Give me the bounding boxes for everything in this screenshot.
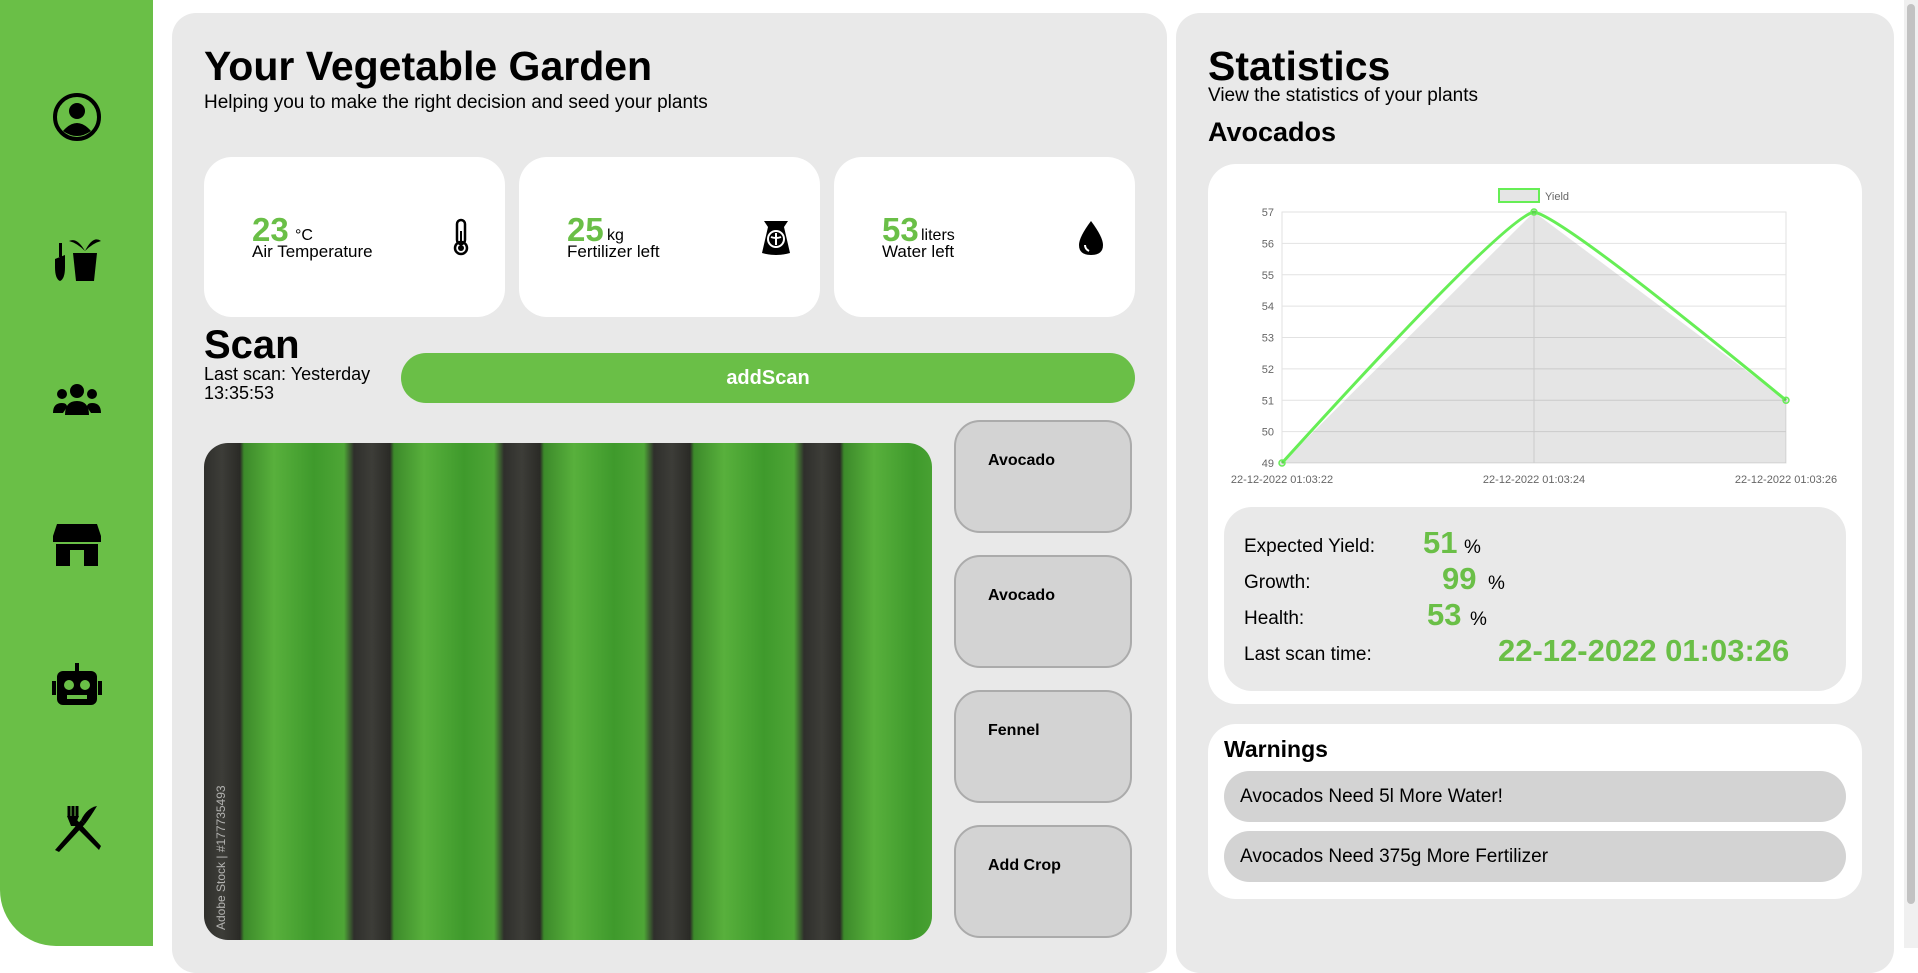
crop-button-fennel[interactable]: Fennel	[954, 690, 1132, 803]
legend-label: Yield	[1545, 191, 1569, 203]
percent-unit: %	[1470, 609, 1487, 630]
warning-item: Avocados Need 5l More Water!	[1224, 771, 1846, 822]
user-circle-icon[interactable]	[51, 91, 103, 143]
y-tick-label: 55	[1262, 270, 1274, 282]
percent-unit: %	[1488, 573, 1505, 594]
warning-item: Avocados Need 375g More Fertilizer	[1224, 831, 1846, 882]
y-tick-label: 53	[1262, 333, 1274, 345]
y-tick-label: 52	[1262, 364, 1274, 376]
card-label: Fertilizer left	[567, 242, 660, 261]
y-tick-label: 57	[1262, 207, 1274, 219]
yield-chart-card: 49 50 51 52 53 54 55 56 57 22-12-2022 01:03:22 22-…	[1208, 164, 1862, 704]
statistics-subtitle: View the statistics of your plants	[1208, 85, 1478, 106]
plant-name: Avocados	[1208, 117, 1337, 147]
crop-label: Avocado	[988, 452, 1055, 469]
expected-yield-value: 51	[1423, 525, 1458, 560]
health-value: 53	[1427, 597, 1462, 632]
scan-title: Scan	[204, 323, 300, 367]
warnings-card: Warnings Avocados Need 5l More Water! Av…	[1208, 724, 1862, 899]
statistics-panel: Statistics View the statistics of your p…	[1176, 13, 1894, 973]
scrollbar[interactable]	[1904, 0, 1918, 948]
y-tick-label: 51	[1262, 395, 1274, 407]
crop-button-avocado-2[interactable]: Avocado	[954, 555, 1132, 668]
y-tick-label: 54	[1262, 301, 1274, 313]
fertilizer-card: 25 kg Fertilizer left	[519, 157, 820, 317]
page-subtitle: Helping you to make the right decision a…	[204, 92, 708, 113]
growth-value: 99	[1442, 561, 1477, 596]
utensils-icon[interactable]	[51, 802, 103, 854]
store-icon[interactable]	[51, 518, 103, 570]
x-tick-label: 22-12-2022 01:03:22	[1231, 474, 1333, 486]
last-scan-time-value: 22-12-2022 01:03:26	[1498, 633, 1790, 668]
scrollbar-thumb[interactable]	[1907, 4, 1915, 904]
data-point	[1782, 396, 1790, 404]
y-tick-label: 56	[1262, 238, 1274, 250]
health-label: Health:	[1244, 608, 1305, 629]
stats-summary: Expected Yield: 51 % Growth: 99 % Health…	[1224, 507, 1846, 691]
robot-icon[interactable]	[51, 661, 103, 713]
warnings-title: Warnings	[1224, 736, 1328, 762]
sidebar	[0, 0, 153, 946]
crop-button-avocado-1[interactable]: Avocado	[954, 420, 1132, 533]
legend-swatch	[1498, 188, 1540, 203]
card-label: Water left	[882, 242, 955, 261]
data-point	[1278, 459, 1286, 467]
yield-chart: 49 50 51 52 53 54 55 56 57 22-12-2022 01:03:22 22-…	[1231, 188, 1837, 486]
gardening-tools-icon[interactable]	[51, 233, 103, 285]
water-card: 53 liters Water left	[834, 157, 1135, 317]
growth-label: Growth:	[1244, 572, 1311, 593]
last-scan-time-label: Last scan time:	[1244, 644, 1372, 665]
crop-label: Avocado	[988, 587, 1055, 604]
field-scan-image: Adobe Stock | #177735493	[204, 443, 932, 940]
water-drop-icon	[1079, 221, 1103, 255]
y-tick-label: 50	[1262, 427, 1274, 439]
fertilizer-bag-icon	[762, 221, 790, 255]
image-watermark: Adobe Stock | #177735493	[214, 785, 228, 930]
y-tick-label: 49	[1262, 458, 1274, 470]
crop-label: Add Crop	[988, 857, 1061, 874]
thermometer-icon	[453, 218, 469, 256]
x-tick-label: 22-12-2022 01:03:24	[1483, 474, 1585, 486]
x-tick-label: 22-12-2022 01:03:26	[1735, 474, 1837, 486]
page-title: Your Vegetable Garden	[204, 43, 653, 89]
statistics-title: Statistics	[1208, 43, 1391, 89]
data-point	[1530, 208, 1538, 216]
crop-label: Fennel	[988, 722, 1040, 739]
add-scan-button[interactable]: addScan	[401, 353, 1135, 403]
expected-yield-label: Expected Yield:	[1244, 536, 1375, 557]
air-temperature-card: 23 °C Air Temperature	[204, 157, 505, 317]
garden-panel: Your Vegetable Garden Helping you to mak…	[172, 13, 1167, 973]
people-icon[interactable]	[51, 375, 103, 427]
last-scan-text: Last scan: Yesterday 13:35:53	[204, 364, 371, 403]
percent-unit: %	[1464, 537, 1481, 558]
card-label: Air Temperature	[252, 242, 373, 261]
add-crop-button[interactable]: Add Crop	[954, 825, 1132, 938]
